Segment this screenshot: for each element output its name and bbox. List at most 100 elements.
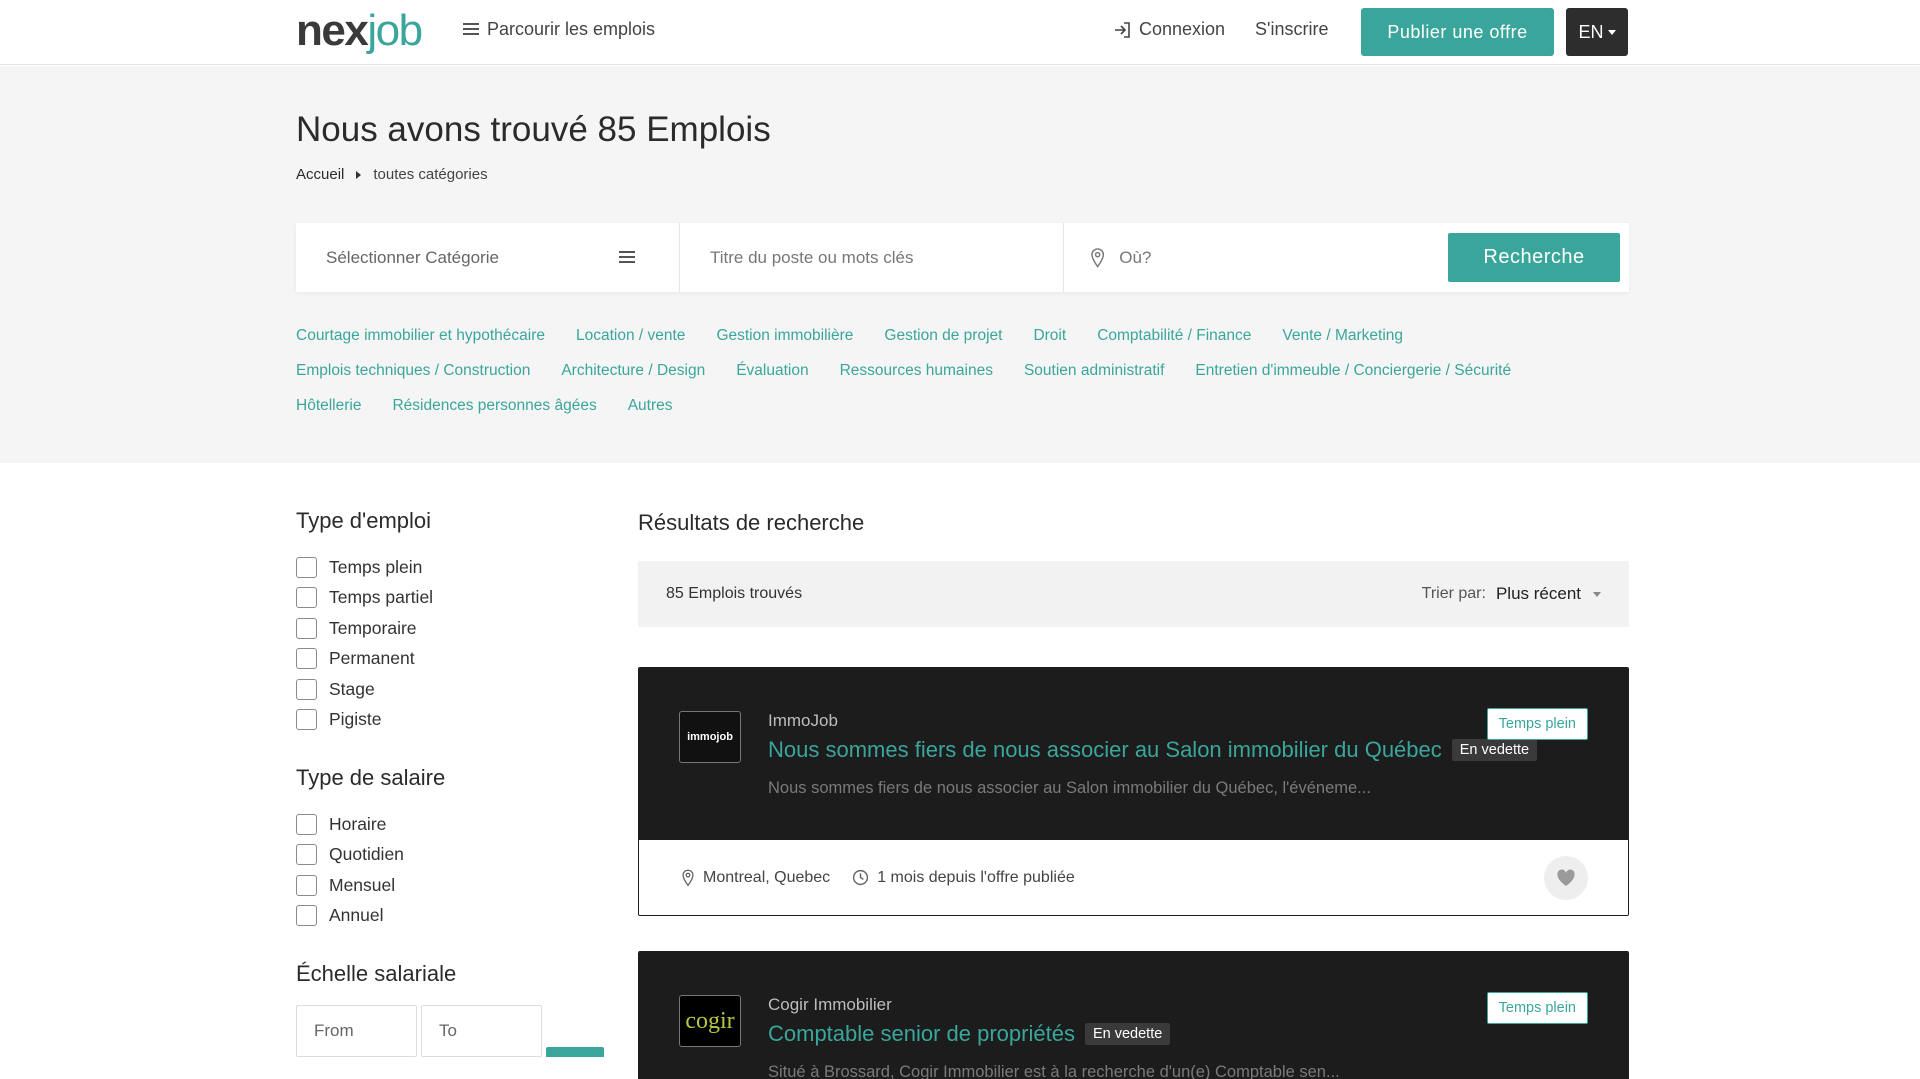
location-field xyxy=(1064,223,1448,292)
login-label: Connexion xyxy=(1139,19,1226,39)
category-link[interactable]: Hôtellerie xyxy=(296,397,361,415)
salary-type-option[interactable]: Annuel xyxy=(296,901,626,932)
category-row: Emplois techniques / Construction Archit… xyxy=(296,353,1636,388)
category-link[interactable]: Droit xyxy=(1033,327,1066,345)
menu-icon xyxy=(619,251,635,264)
company-name[interactable]: ImmoJob xyxy=(768,711,838,731)
job-card[interactable]: cogir Cogir Immobilier Comptable senior … xyxy=(638,951,1629,1079)
option-label: Pigiste xyxy=(329,709,382,730)
breadcrumb-home[interactable]: Accueil xyxy=(296,166,344,183)
category-link[interactable]: Location / vente xyxy=(576,327,685,345)
job-type-option[interactable]: Stage xyxy=(296,674,626,705)
option-label: Annuel xyxy=(329,905,384,926)
job-posted: 1 mois depuis l'offre publiée xyxy=(852,869,1075,887)
option-label: Horaire xyxy=(329,813,387,834)
category-link[interactable]: Soutien administratif xyxy=(1024,362,1164,380)
location-input[interactable] xyxy=(1105,223,1448,292)
sort-label: Trier par: xyxy=(1421,585,1486,602)
salary-range-apply-button[interactable] xyxy=(546,1047,604,1057)
checkbox[interactable] xyxy=(296,813,317,835)
salary-range-inputs xyxy=(296,1005,626,1057)
sort-dropdown[interactable]: Plus récent xyxy=(1496,584,1601,604)
checkbox[interactable] xyxy=(296,709,317,731)
category-link[interactable]: Emplois techniques / Construction xyxy=(296,362,530,380)
job-type-option[interactable]: Temps plein xyxy=(296,552,626,583)
category-select[interactable]: Sélectionner Catégorie xyxy=(296,223,680,292)
browse-jobs-link[interactable]: Parcourir les emplois xyxy=(463,19,655,40)
checkbox[interactable] xyxy=(296,556,317,578)
job-type-option[interactable]: Permanent xyxy=(296,644,626,675)
nexjob-logo[interactable]: nexjob xyxy=(296,9,423,53)
job-card-header: immojob ImmoJob Nous sommes fiers de nou… xyxy=(639,668,1628,840)
salary-type-option[interactable]: Quotidien xyxy=(296,840,626,871)
featured-badge: En vedette xyxy=(1451,739,1538,761)
page-title: Nous avons trouvé 85 Emplois xyxy=(296,110,771,149)
category-links: Courtage immobilier et hypothécaire Loca… xyxy=(296,318,1636,423)
checkbox[interactable] xyxy=(296,648,317,670)
company-logo[interactable]: cogir xyxy=(679,995,741,1047)
results-title: Résultats de recherche xyxy=(638,510,865,535)
salary-type-filter: Type de salaire Horaire Quotidien Mensue… xyxy=(296,765,626,931)
featured-badge: En vedette xyxy=(1084,1023,1171,1045)
salary-type-option[interactable]: Horaire xyxy=(296,809,626,840)
job-type-option[interactable]: Pigiste xyxy=(296,705,626,736)
favorite-button[interactable] xyxy=(1544,856,1588,900)
list-icon xyxy=(463,23,479,36)
category-link[interactable]: Résidences personnes âgées xyxy=(392,397,596,415)
category-link[interactable]: Comptabilité / Finance xyxy=(1097,327,1251,345)
search-button[interactable]: Recherche xyxy=(1448,233,1620,282)
caret-down-icon xyxy=(1593,591,1601,597)
results-section: Résultats de recherche 85 Emplois trouvé… xyxy=(638,510,1629,627)
category-link[interactable]: Gestion immobilière xyxy=(716,327,853,345)
option-label: Temps partiel xyxy=(329,587,434,608)
salary-to-input[interactable] xyxy=(421,1005,542,1057)
job-title-row: Comptable senior de propriétés En vedett… xyxy=(768,1021,1171,1047)
checkbox[interactable] xyxy=(296,905,317,927)
breadcrumb-current: toutes catégories xyxy=(373,166,488,183)
category-link[interactable]: Ressources humaines xyxy=(840,362,993,380)
job-type-badge: Temps plein xyxy=(1486,708,1588,740)
salary-type-option[interactable]: Mensuel xyxy=(296,870,626,901)
salary-from-input[interactable] xyxy=(296,1005,417,1057)
browse-jobs-label: Parcourir les emplois xyxy=(487,19,656,39)
category-link[interactable]: Évaluation xyxy=(736,362,808,380)
sort-control: Trier par: Plus récent xyxy=(1422,584,1601,604)
job-title-link[interactable]: Comptable senior de propriétés xyxy=(768,1021,1075,1047)
language-dropdown[interactable]: EN xyxy=(1566,8,1628,56)
category-link[interactable]: Autres xyxy=(628,397,673,415)
job-title-link[interactable]: Nous sommes fiers de nous associer au Sa… xyxy=(768,737,1442,763)
heart-icon xyxy=(1557,869,1575,886)
category-row: Courtage immobilier et hypothécaire Loca… xyxy=(296,318,1636,353)
job-description: Situé à Brossard, Cogir Immobilier est à… xyxy=(768,1063,1340,1079)
category-row: Hôtellerie Résidences personnes âgées Au… xyxy=(296,388,1636,423)
category-link[interactable]: Vente / Marketing xyxy=(1282,327,1403,345)
checkbox[interactable] xyxy=(296,844,317,866)
category-link[interactable]: Gestion de projet xyxy=(884,327,1002,345)
login-link[interactable]: Connexion xyxy=(1113,19,1225,40)
job-location: Montreal, Quebec xyxy=(681,869,830,887)
job-type-option[interactable]: Temporaire xyxy=(296,613,626,644)
job-type-badge: Temps plein xyxy=(1486,992,1588,1024)
job-card[interactable]: immojob ImmoJob Nous sommes fiers de nou… xyxy=(638,667,1629,916)
job-title-row: Nous sommes fiers de nous associer au Sa… xyxy=(768,737,1538,763)
category-link[interactable]: Entretien d'immeuble / Conciergerie / Sé… xyxy=(1195,362,1511,380)
job-type-option[interactable]: Temps partiel xyxy=(296,583,626,614)
company-logo[interactable]: immojob xyxy=(679,711,741,763)
post-job-button[interactable]: Publier une offre xyxy=(1361,8,1554,56)
checkbox[interactable] xyxy=(296,678,317,700)
clock-icon xyxy=(853,869,869,886)
job-type-filter: Type d'emploi Temps plein Temps partiel … xyxy=(296,508,626,735)
category-link[interactable]: Architecture / Design xyxy=(561,362,705,380)
category-link[interactable]: Courtage immobilier et hypothécaire xyxy=(296,327,545,345)
company-name[interactable]: Cogir Immobilier xyxy=(768,995,892,1015)
results-toolbar: 85 Emplois trouvés Trier par: Plus récen… xyxy=(638,561,1629,627)
keywords-input[interactable] xyxy=(680,223,1063,292)
checkbox[interactable] xyxy=(296,874,317,896)
signup-link[interactable]: S'inscrire xyxy=(1255,19,1328,40)
option-label: Quotidien xyxy=(329,844,404,865)
checkbox[interactable] xyxy=(296,617,317,639)
job-card-footer: Montreal, Quebec 1 mois depuis l'offre p… xyxy=(639,840,1628,915)
checkbox[interactable] xyxy=(296,587,317,609)
option-label: Mensuel xyxy=(329,874,396,895)
option-label: Permanent xyxy=(329,648,415,669)
